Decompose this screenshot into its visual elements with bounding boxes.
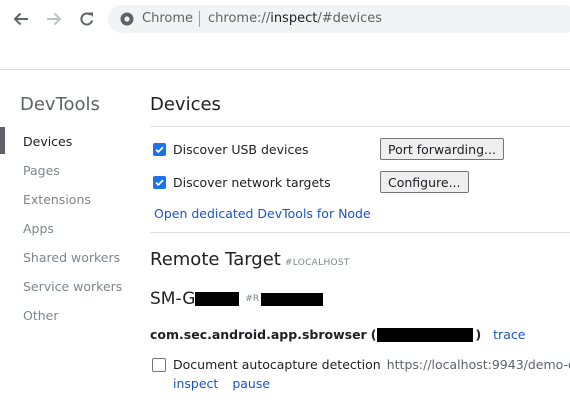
sidebar-item-shared-workers[interactable]: Shared workers bbox=[23, 250, 120, 265]
target-row: Document autocapture detection https://l… bbox=[152, 357, 570, 372]
sidebar-item-other[interactable]: Other bbox=[23, 308, 59, 323]
sidebar-item-apps[interactable]: Apps bbox=[23, 221, 54, 236]
sidebar-item-devices[interactable]: Devices bbox=[23, 134, 72, 149]
url-path: /#devices bbox=[317, 11, 383, 26]
configure-button[interactable]: Configure... bbox=[380, 171, 469, 193]
site-name: Chrome bbox=[142, 11, 193, 26]
remote-target-title: Remote Target bbox=[150, 249, 281, 270]
discover-network-row: Discover network targets bbox=[153, 173, 331, 191]
inspect-link[interactable]: inspect bbox=[173, 376, 218, 391]
discover-usb-label: Discover USB devices bbox=[173, 141, 309, 157]
sidebar: DevTools Devices Pages Extensions Apps S… bbox=[0, 70, 140, 413]
checkmark-icon bbox=[155, 146, 164, 153]
redaction-block bbox=[377, 327, 474, 342]
redaction-block bbox=[261, 292, 324, 306]
sidebar-item-pages[interactable]: Pages bbox=[23, 163, 60, 178]
sidebar-item-service-workers[interactable]: Service workers bbox=[23, 279, 122, 294]
back-arrow-icon[interactable] bbox=[8, 6, 34, 32]
page-favicon bbox=[152, 357, 166, 372]
address-bar[interactable]: Chrome chrome://inspect/#devices bbox=[108, 5, 570, 33]
browser-toolbar: Chrome chrome://inspect/#devices bbox=[0, 0, 570, 38]
checkmark-icon bbox=[155, 179, 164, 186]
open-node-devtools-link[interactable]: Open dedicated DevTools for Node bbox=[154, 206, 371, 221]
package-name: com.sec.android.app.sbrowser bbox=[150, 327, 367, 342]
device-name: SM-G #R bbox=[150, 289, 324, 309]
sidebar-title: DevTools bbox=[20, 94, 100, 115]
close-paren: ) bbox=[475, 327, 482, 342]
port-forwarding-button[interactable]: Port forwarding... bbox=[380, 138, 504, 160]
discover-usb-row: Discover USB devices bbox=[153, 140, 309, 158]
omnibox-separator bbox=[199, 11, 200, 27]
target-title: Document autocapture detection bbox=[173, 357, 381, 372]
target-actions: inspect pause bbox=[173, 376, 270, 391]
main-content: Devices Discover USB devices Port forwar… bbox=[140, 70, 570, 413]
remote-target-heading: Remote Target #LOCALHOST bbox=[150, 249, 350, 270]
active-indicator bbox=[0, 127, 5, 154]
target-url: https://localhost:9943/demo-doc/ bbox=[386, 357, 570, 372]
chrome-site-icon bbox=[120, 12, 134, 26]
reload-icon[interactable] bbox=[74, 6, 100, 32]
device-model-prefix: SM-G bbox=[150, 289, 196, 309]
url-host: inspect bbox=[270, 11, 318, 26]
discover-usb-checkbox[interactable] bbox=[153, 142, 166, 156]
forward-arrow-icon[interactable] bbox=[41, 6, 67, 32]
browser-package-row: com.sec.android.app.sbrowser ( ) trace bbox=[150, 327, 525, 342]
title-divider bbox=[150, 126, 570, 127]
url-scheme: chrome:// bbox=[208, 11, 271, 26]
discover-network-label: Discover network targets bbox=[173, 174, 331, 190]
device-serial-prefix: #R bbox=[245, 294, 260, 304]
sidebar-item-extensions[interactable]: Extensions bbox=[23, 192, 91, 207]
section-divider bbox=[150, 232, 570, 233]
discover-network-checkbox[interactable] bbox=[153, 175, 166, 189]
open-paren: ( bbox=[370, 327, 377, 342]
url-text[interactable]: chrome://inspect/#devices bbox=[208, 11, 382, 26]
pause-link[interactable]: pause bbox=[232, 376, 270, 391]
page-title: Devices bbox=[150, 94, 221, 115]
remote-target-subtitle: #LOCALHOST bbox=[284, 258, 350, 268]
redaction-block bbox=[195, 292, 240, 306]
trace-link[interactable]: trace bbox=[493, 327, 525, 342]
